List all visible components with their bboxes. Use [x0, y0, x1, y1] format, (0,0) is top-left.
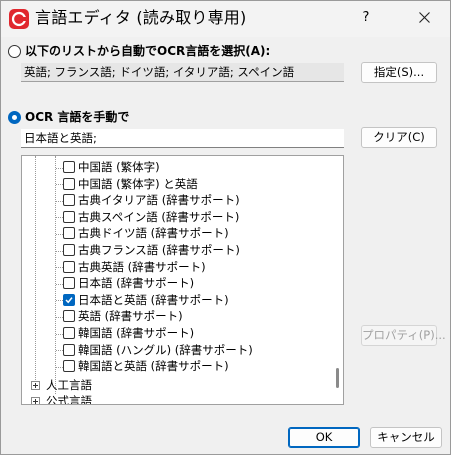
auto-select-label: 以下のリストから自動でOCR言語を選択(A): [25, 44, 271, 58]
tree-guide-line [56, 283, 63, 285]
specify-button[interactable]: 指定(S)... [361, 62, 437, 83]
manual-select-label: OCR 言語を手動で [25, 110, 130, 124]
close-button[interactable] [405, 3, 445, 33]
language-checkbox[interactable] [63, 260, 75, 273]
tree-guide-line [56, 316, 63, 318]
language-checkbox[interactable] [63, 177, 75, 190]
language-item-label: 古典ドイツ語 (辞書サポート) [78, 226, 229, 241]
group-label: 公式言語 [46, 394, 92, 405]
manual-languages-field[interactable]: 日本語と英語; [21, 129, 344, 148]
language-item-label: 中国語 (繁体字) と英語 [78, 176, 198, 191]
tree-guide-line [56, 167, 63, 169]
auto-select-radio[interactable] [8, 45, 21, 58]
tree-guide-line [56, 184, 63, 186]
tree-guide-line [56, 200, 63, 202]
language-checkbox[interactable] [63, 194, 75, 207]
tree-guide-line [56, 233, 63, 235]
language-checkbox[interactable] [63, 210, 75, 223]
tree-guide-line [56, 333, 63, 335]
language-checkbox[interactable] [63, 327, 75, 339]
language-checkbox[interactable] [63, 277, 75, 290]
language-checkbox[interactable] [63, 343, 75, 356]
group-label: 人工言語 [46, 377, 92, 392]
language-checkbox[interactable] [63, 161, 75, 173]
language-checkbox[interactable] [63, 293, 75, 306]
language-item-label: 古典フランス語 (辞書サポート) [78, 243, 240, 257]
language-item-label: 日本語 (辞書サポート) [78, 276, 195, 291]
tree-guide-line [56, 217, 63, 219]
language-item-label: 英語 (辞書サポート) [78, 309, 183, 324]
close-icon [419, 12, 430, 23]
language-checkbox[interactable] [63, 244, 75, 256]
properties-button[interactable]: プロパティ(P)... [361, 325, 446, 346]
language-editor-dialog: 言語エディタ (読み取り専用) ? 以下のリストから自動でOCR言語を選択(A)… [0, 0, 451, 455]
cancel-button[interactable]: キャンセル [370, 427, 442, 448]
language-item-label: 韓国語 (ハングル) (辞書サポート) [78, 342, 253, 357]
language-item-label: 韓国語 (辞書サポート) [78, 326, 195, 340]
title-bar: 言語エディタ (読み取り専用) ? [1, 1, 450, 37]
language-checkbox[interactable] [63, 310, 75, 323]
tree-guide-line [56, 366, 63, 368]
tree-guide-line [56, 350, 63, 352]
language-item-label: 古典スペイン語 (辞書サポート) [78, 209, 240, 224]
language-item-label: 古典イタリア語 (辞書サポート) [78, 193, 240, 208]
clear-button[interactable]: クリア(C) [361, 127, 437, 148]
help-button[interactable]: ? [357, 7, 375, 29]
tree-guide-line [56, 300, 63, 302]
language-checkbox[interactable] [63, 227, 75, 240]
language-item-label: 古典英語 (辞書サポート) [78, 259, 206, 274]
tree-guide-line [35, 156, 36, 386]
expand-plus-icon[interactable] [31, 380, 40, 390]
tree-guide-line [56, 267, 63, 269]
auto-languages-field: 英語; フランス語; ドイツ語; イタリア語; スペイン語 [21, 63, 344, 82]
language-item-label: 韓国語と英語 (辞書サポート) [78, 359, 229, 374]
app-logo-icon [9, 9, 29, 29]
window-title: 言語エディタ (読み取り専用) [35, 8, 247, 27]
language-tree[interactable]: 中国語 (繁体字) 中国語 (繁体字) と英語 古典イタリア語 (辞書サポート) 古典… [21, 155, 344, 405]
language-checkbox[interactable] [63, 360, 75, 373]
manual-select-radio[interactable] [8, 111, 21, 124]
tree-scrollbar[interactable] [336, 368, 339, 388]
expand-plus-icon[interactable] [31, 397, 40, 404]
tree-guide-line [55, 156, 56, 394]
language-item-label: 中国語 (繁体字) [78, 160, 160, 174]
tree-guide-line [56, 250, 63, 252]
language-item-label: 日本語と英語 (辞書サポート) [78, 292, 229, 307]
ok-button[interactable]: OK [288, 427, 360, 448]
